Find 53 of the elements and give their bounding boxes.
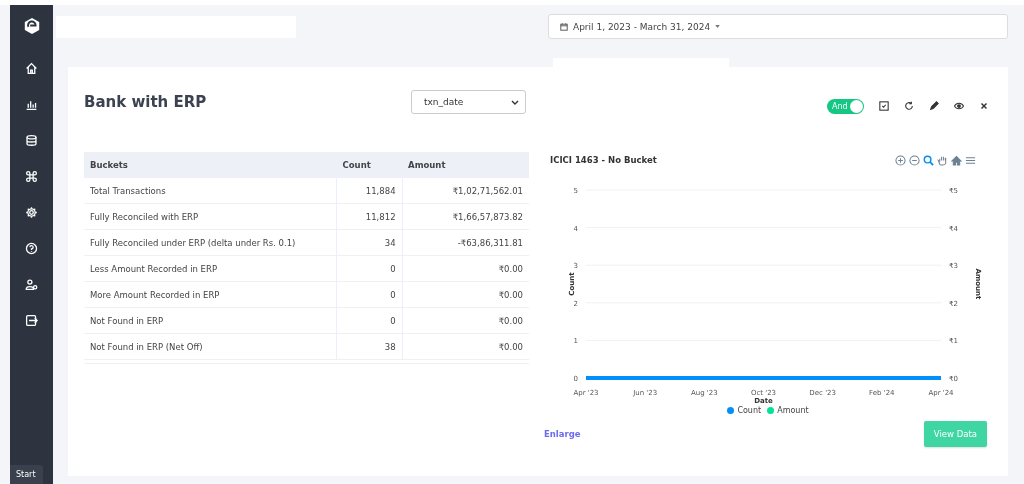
zoom-in-icon[interactable] — [895, 154, 906, 166]
table-cell: ₹1,66,57,873.82 — [402, 203, 529, 230]
table-cell: Not Found in ERP — [84, 307, 337, 334]
logo-icon — [22, 17, 41, 35]
magnifier-icon[interactable] — [923, 154, 934, 166]
chart-title: ICICI 1463 - No Bucket — [550, 155, 657, 165]
settings-icon[interactable] — [24, 205, 39, 220]
caret-icon — [715, 25, 721, 28]
user-icon[interactable] — [24, 277, 39, 292]
table-cell: 0 — [336, 307, 403, 334]
table-cell: 11,884 — [336, 178, 403, 204]
enlarge-link[interactable]: Enlarge — [544, 429, 581, 439]
column-header: Count — [336, 152, 403, 178]
legend-label: Count — [737, 406, 762, 415]
menu-icon[interactable] — [965, 154, 976, 166]
start-label[interactable]: Start — [10, 465, 43, 484]
table-cell: Fully Reconciled with ERP — [84, 203, 337, 230]
refresh-icon[interactable] — [904, 101, 914, 111]
pencil-icon[interactable] — [929, 101, 939, 111]
table-cell: Not Found in ERP (Net Off) — [84, 333, 337, 360]
close-icon[interactable] — [979, 101, 989, 111]
date-range-picker[interactable]: April 1, 2023 - March 31, 2024 — [548, 14, 1008, 39]
hand-icon[interactable] — [937, 154, 948, 166]
calendar-icon — [560, 22, 568, 31]
table-cell: Fully Reconciled under ERP (delta under Rs. 0.1) — [84, 229, 337, 256]
home-icon[interactable] — [24, 61, 39, 76]
table-cell: -₹63,86,311.81 — [402, 229, 529, 256]
table-cell: ₹1,02,71,562.01 — [402, 178, 529, 204]
table-cell: 34 — [336, 229, 403, 256]
table-cell: ₹0.00 — [402, 307, 529, 334]
logout-icon[interactable] — [24, 313, 39, 328]
chevron-icon — [511, 99, 519, 105]
table-cell: Total Transactions — [84, 178, 337, 204]
table-cell: 0 — [336, 255, 403, 282]
table-cell: ₹0.00 — [402, 255, 529, 282]
command-icon[interactable] — [24, 169, 39, 184]
database-icon[interactable] — [24, 133, 39, 148]
date-field-select[interactable]: txn_date — [411, 90, 526, 114]
zoom-out-icon[interactable] — [909, 154, 920, 166]
legend-label: Amount — [777, 406, 809, 415]
table-cell: Less Amount Recorded in ERP — [84, 255, 337, 282]
table-cell: 38 — [336, 333, 403, 360]
table-cell: 0 — [336, 281, 403, 308]
eye-icon[interactable] — [954, 101, 964, 111]
table-cell: More Amount Recorded in ERP — [84, 281, 337, 308]
column-header: Buckets — [84, 152, 337, 178]
table-cell: ₹0.00 — [402, 281, 529, 308]
card-title: Bank with ERP — [84, 93, 208, 111]
table-cell: ₹0.00 — [402, 333, 529, 360]
help-icon[interactable] — [24, 241, 39, 256]
column-header: Amount — [402, 152, 529, 178]
checkbox-icon[interactable] — [879, 101, 889, 111]
table-cell: 11,812 — [336, 203, 403, 230]
